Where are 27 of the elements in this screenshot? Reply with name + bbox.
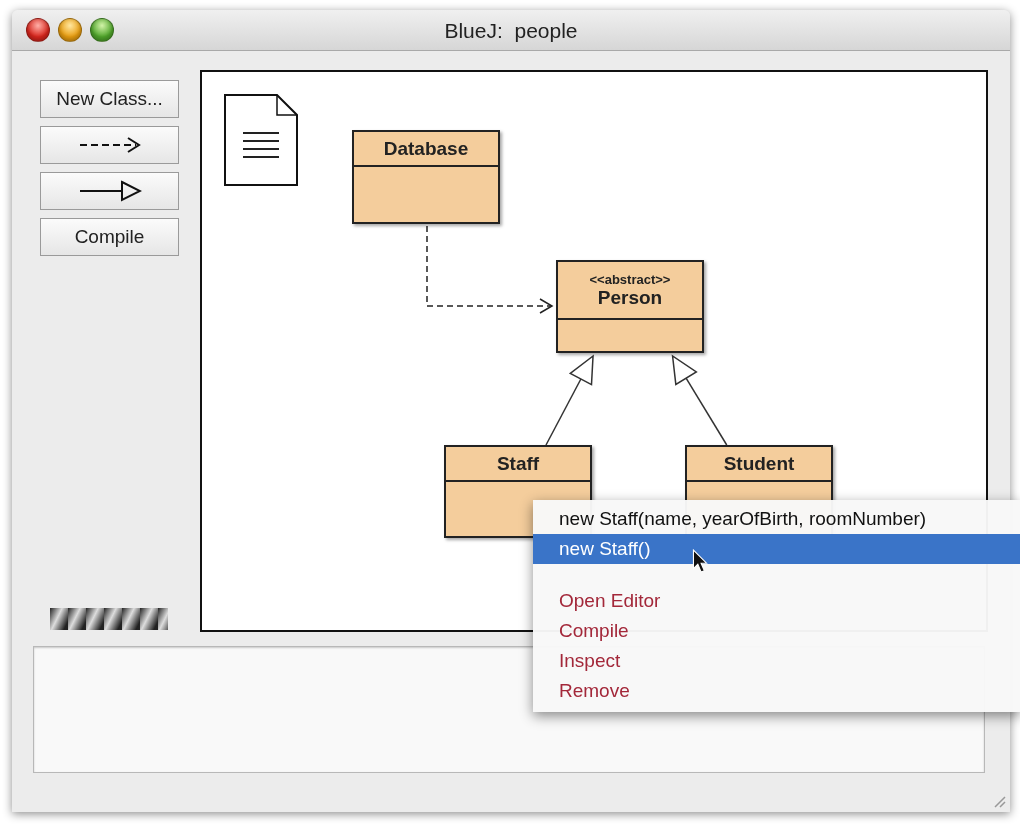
- class-stereotype: <<abstract>>: [589, 271, 671, 287]
- inheritance-arrow[interactable]: [671, 354, 728, 446]
- class-box[interactable]: <<abstract>> Person: [556, 260, 704, 353]
- dashed-arrow-icon: [77, 134, 142, 156]
- new-class-button[interactable]: New Class...: [40, 80, 179, 118]
- class-box[interactable]: Database: [352, 130, 500, 224]
- inheritance-arrow[interactable]: [545, 354, 594, 446]
- document-icon[interactable]: [223, 93, 299, 187]
- class-name: Person: [597, 286, 663, 309]
- inheritance-arrow-button[interactable]: [40, 172, 179, 210]
- mouse-pointer-icon: [692, 549, 708, 573]
- window-title: BlueJ: people: [444, 19, 578, 43]
- menu-item[interactable]: Remove: [533, 676, 1020, 706]
- menu-item[interactable]: new Staff(): [533, 534, 1020, 564]
- menu-item[interactable]: Inspect: [533, 646, 1020, 676]
- class-name: Database: [383, 137, 469, 160]
- menu-item[interactable]: Open Editor: [533, 586, 1020, 616]
- dependency-arrow[interactable]: [426, 225, 554, 314]
- close-button[interactable]: [26, 18, 50, 42]
- hollow-arrow-icon: [77, 180, 142, 202]
- zoom-button[interactable]: [90, 18, 114, 42]
- compile-button[interactable]: Compile: [40, 218, 179, 256]
- minimize-button[interactable]: [58, 18, 82, 42]
- class-name: Staff: [496, 452, 540, 475]
- dependency-arrow-button[interactable]: [40, 126, 179, 164]
- menu-item[interactable]: Compile: [533, 616, 1020, 646]
- class-name: Student: [723, 452, 795, 475]
